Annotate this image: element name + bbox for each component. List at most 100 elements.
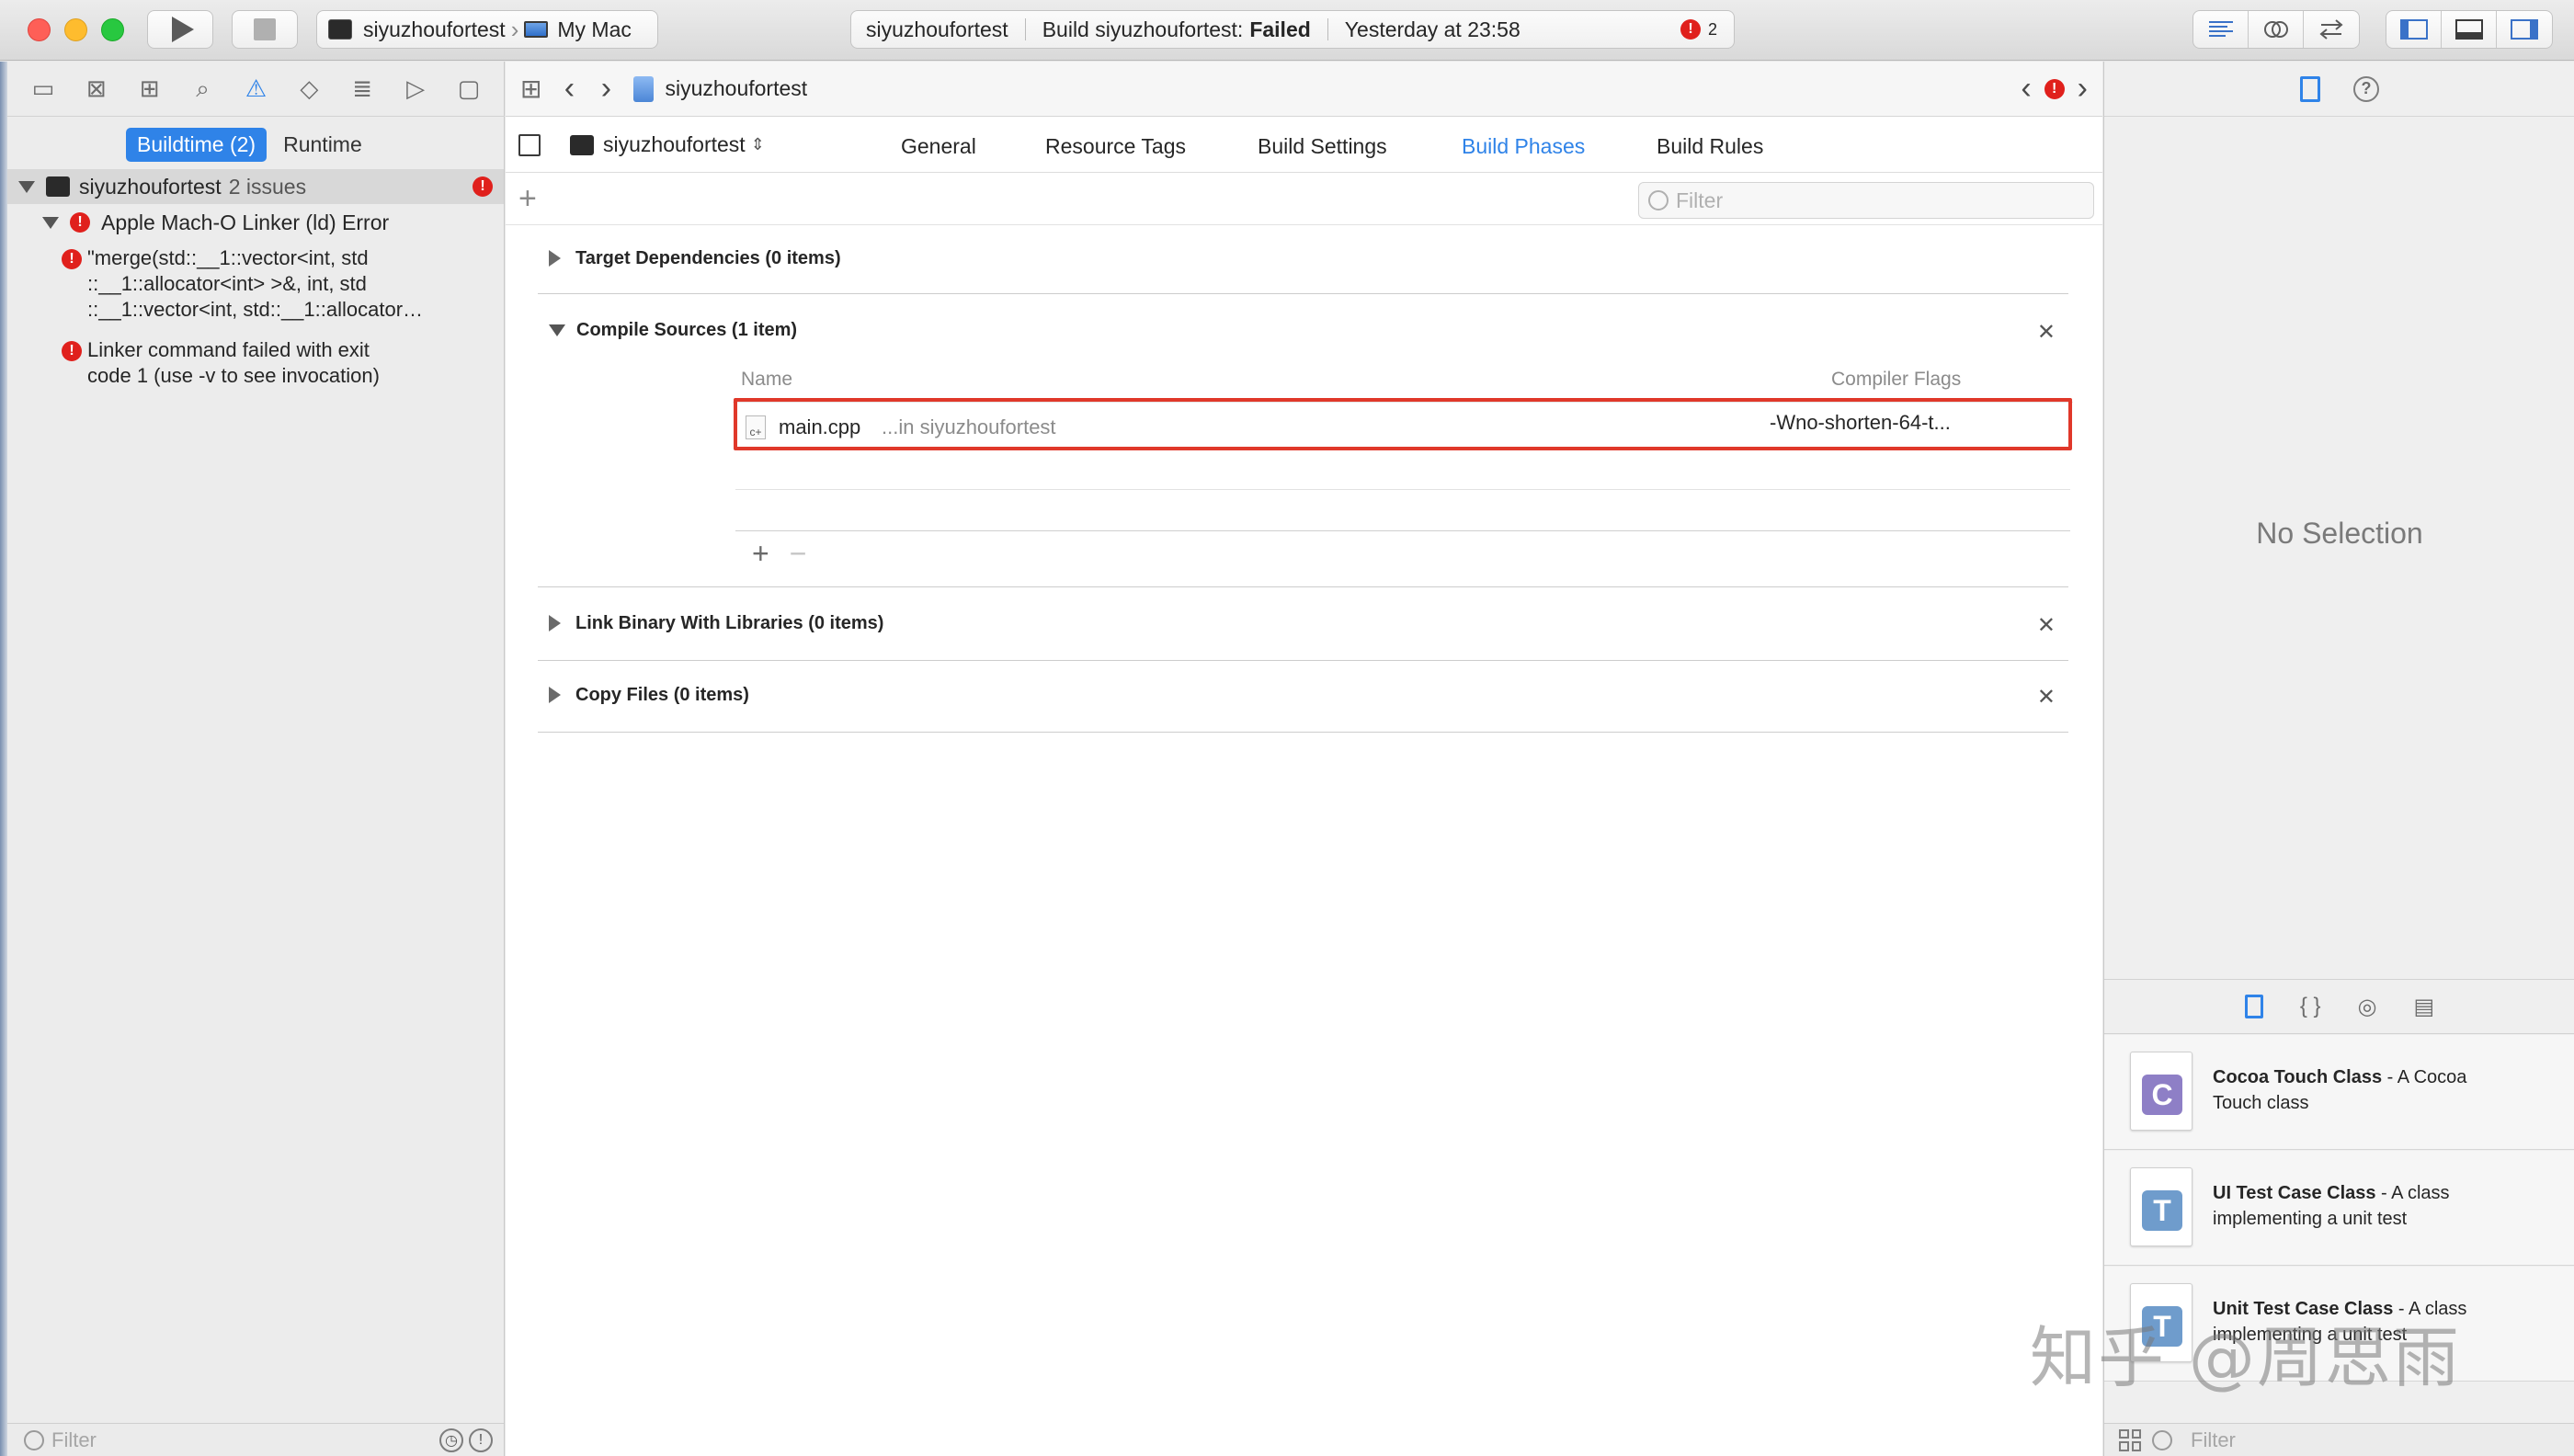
issue-count-indicator[interactable]: ! 2 [1680,19,1717,40]
phase-title: Compile Sources (1 item) [576,319,798,340]
divider [735,489,2070,490]
delete-phase-button[interactable]: ✕ [2037,684,2056,711]
column-header-compiler-flags[interactable]: Compiler Flags [1831,369,1961,391]
minimize-window-button[interactable] [64,18,87,41]
delete-phase-button[interactable]: ✕ [2037,319,2056,346]
assistant-editor-button[interactable] [2249,11,2304,48]
tab-general[interactable]: General [901,134,976,159]
filter-icon [24,1429,44,1450]
next-issue-icon[interactable]: › [2078,71,2088,107]
debug-icon[interactable]: ≣ [348,74,376,103]
recent-filter-icon[interactable]: ◷ [439,1428,463,1452]
test-icon[interactable]: ◇ [295,74,323,103]
related-items-icon[interactable]: ⊞ [520,74,541,104]
tab-resource-tags[interactable]: Resource Tags [1045,134,1186,159]
filter-icon [2152,1429,2172,1450]
target-selector[interactable]: siyuzhoufortest ⇕ [570,132,765,157]
source-control-icon[interactable]: ⊠ [83,74,110,103]
watermark: 知乎 @周思雨 [2030,1319,2461,1396]
warning-icon[interactable]: ⚠ [242,74,269,103]
issue-item[interactable]: ! "merge(std::__1::vector<int, std ::__1… [62,245,423,323]
tab-build-phases[interactable]: Build Phases [1462,134,1585,159]
file-inspector-icon[interactable] [2300,75,2320,102]
stop-button[interactable] [232,10,298,49]
standard-editor-button[interactable] [2193,11,2249,48]
issue-stepper: ‹ ! › [2021,71,2088,107]
phase-filter-field[interactable]: Filter [1638,182,2094,219]
divider [538,732,2068,733]
close-window-button[interactable] [28,18,51,41]
project-tab-bar: siyuzhoufortest ⇕ General Resource Tags … [506,118,2102,173]
phase-header[interactable]: Copy Files (0 items) [538,677,2068,713]
grid-view-icon[interactable] [2119,1428,2141,1451]
run-button[interactable] [147,10,213,49]
report-icon[interactable]: ▢ [455,74,483,103]
stop-icon [254,18,276,40]
issue-scope-segmented: Buildtime (2) Runtime [126,128,379,162]
code-snippet-library-icon[interactable]: { } [2300,994,2321,1019]
scheme-selector[interactable]: siyuzhoufortest › My Mac [316,10,658,49]
column-header-name[interactable]: Name [741,369,792,391]
forward-icon[interactable]: › [587,71,624,107]
tab-build-rules[interactable]: Build Rules [1657,134,1763,159]
disclosure-triangle-icon[interactable] [549,324,565,336]
toggle-navigator-button[interactable] [2386,11,2442,48]
mac-icon [524,21,549,38]
breakpoint-icon[interactable]: ▷ [402,74,429,103]
object-library-icon[interactable]: ◎ [2358,994,2377,1020]
zoom-window-button[interactable] [101,18,124,41]
phase-header[interactable]: Link Binary With Libraries (0 items) [538,605,2068,642]
disclosure-triangle-icon[interactable] [549,687,561,703]
media-library-icon[interactable]: ▤ [2413,994,2434,1020]
xcode-project-icon [633,75,655,102]
symbol-icon[interactable]: ⊞ [136,74,164,103]
toggle-debug-area-button[interactable] [2442,11,2497,48]
file-template-library-icon[interactable] [2244,995,2263,1018]
scope-buildtime[interactable]: Buildtime (2) [126,128,268,162]
play-icon [172,17,194,42]
scope-runtime[interactable]: Runtime [267,128,379,162]
remove-source-button[interactable]: − [790,537,807,571]
toggle-inspector-button[interactable] [2497,11,2552,48]
tab-build-settings[interactable]: Build Settings [1258,134,1387,159]
class-glyph-icon: T [2142,1190,2182,1231]
chevron-right-icon: › [510,15,519,43]
library-item[interactable]: T UI Test Case Class - A class implement… [2104,1151,2574,1266]
delete-phase-button[interactable]: ✕ [2037,612,2056,639]
folder-icon[interactable]: ▭ [29,74,57,103]
add-phase-button[interactable]: + [518,181,537,217]
library-filter-bar: Filter [2104,1423,2574,1456]
error-icon[interactable]: ! [2044,78,2065,99]
terminal-app-icon [46,176,70,197]
navigator-filter-input[interactable]: Filter [51,1428,97,1452]
disclosure-triangle-icon[interactable] [42,216,59,229]
disclosure-triangle-icon[interactable] [549,615,561,631]
search-icon[interactable]: ⌕ [189,74,217,103]
error-icon: ! [473,176,493,197]
navigator-selector-bar: ▭ ⊠ ⊞ ⌕ ⚠ ◇ ≣ ▷ ▢ [7,62,505,117]
terminal-app-icon [328,19,352,40]
terminal-app-icon [570,134,594,155]
library-item[interactable]: C Cocoa Touch Class - A Cocoa Touch clas… [2104,1035,2574,1150]
activity-viewer[interactable]: siyuzhoufortest Build siyuzhoufortest: F… [850,10,1735,49]
phase-header[interactable]: Compile Sources (1 item) [538,312,2068,348]
error-filter-icon[interactable]: ! [469,1428,493,1452]
panel-toggle-group [2386,10,2553,49]
back-icon[interactable]: ‹ [551,71,587,107]
version-editor-button[interactable] [2304,11,2359,48]
source-list-controls: + − [752,537,806,571]
assistant-editor-icon [2263,21,2288,38]
issue-group-row[interactable]: ! Apple Mach-O Linker (ld) Error [7,207,504,238]
quick-help-icon[interactable]: ? [2353,75,2379,102]
phase-header[interactable]: Target Dependencies (0 items) [538,240,2068,277]
project-sidebar-toggle-icon[interactable] [518,134,541,156]
library-filter-input[interactable]: Filter [2191,1428,2236,1452]
disclosure-triangle-icon[interactable] [18,180,35,193]
add-source-button[interactable]: + [752,537,769,571]
phase-link-binary: Link Binary With Libraries (0 items) ✕ [538,605,2068,642]
issue-item[interactable]: ! Linker command failed with exit code 1… [62,337,380,389]
breadcrumb-project[interactable]: siyuzhoufortest [665,76,807,101]
previous-issue-icon[interactable]: ‹ [2021,71,2031,107]
disclosure-triangle-icon[interactable] [549,250,561,267]
issue-project-row[interactable]: siyuzhoufortest 2 issues ! [7,169,504,204]
